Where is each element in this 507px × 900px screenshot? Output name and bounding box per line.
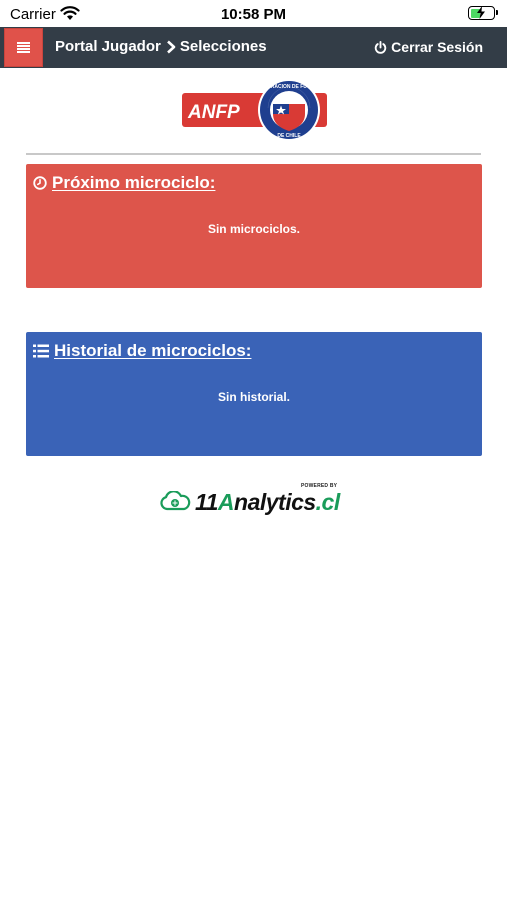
history-heading[interactable]: Historial de microciclos: bbox=[33, 341, 251, 361]
svg-text:FEDERACION DE FUTBOL: FEDERACION DE FUTBOL bbox=[257, 84, 320, 90]
clock: 10:58 PM bbox=[220, 6, 287, 23]
menu-button[interactable] bbox=[4, 28, 43, 67]
next-microcycle-heading[interactable]: Próximo microciclo: bbox=[33, 173, 215, 193]
history-panel: Historial de microciclos: Sin historial. bbox=[26, 332, 482, 456]
chevron-right-icon bbox=[166, 40, 176, 53]
powered-by-logo: POWERED BY 11Analytics.cl bbox=[159, 483, 351, 515]
breadcrumb-selecciones: Selecciones bbox=[179, 38, 267, 55]
logout-button[interactable]: Cerrar Sesión bbox=[374, 39, 483, 55]
logout-label: Cerrar Sesión bbox=[391, 39, 483, 55]
top-navbar: Portal Jugador Selecciones Cerrar Sesión bbox=[0, 27, 507, 68]
anfp-logo: ANFP FEDERACION DE FUTBOL DE CHILE bbox=[182, 79, 327, 141]
svg-text:DE CHILE: DE CHILE bbox=[277, 133, 301, 139]
hamburger-icon bbox=[17, 42, 30, 53]
breadcrumb-portal-jugador[interactable]: Portal Jugador bbox=[55, 38, 161, 55]
brand-name: 11Analytics.cl bbox=[195, 489, 340, 515]
cloud-icon bbox=[160, 491, 191, 511]
next-microcycle-panel: Próximo microciclo: Sin microciclos. bbox=[26, 164, 482, 288]
battery-icon bbox=[468, 6, 498, 20]
history-title: Historial de microciclos: bbox=[54, 341, 252, 360]
status-bar: Carrier 10:58 PM bbox=[0, 0, 507, 27]
next-microcycle-title: Próximo microciclo: bbox=[52, 173, 216, 192]
breadcrumb: Portal Jugador Selecciones bbox=[55, 38, 267, 55]
header-divider bbox=[26, 153, 481, 155]
list-icon bbox=[33, 344, 49, 358]
svg-text:ANFP: ANFP bbox=[187, 102, 240, 123]
power-icon bbox=[374, 40, 387, 54]
clock-icon bbox=[33, 176, 47, 190]
history-empty-text: Sin historial. bbox=[217, 390, 290, 404]
next-microcycle-empty-text: Sin microciclos. bbox=[207, 222, 301, 236]
